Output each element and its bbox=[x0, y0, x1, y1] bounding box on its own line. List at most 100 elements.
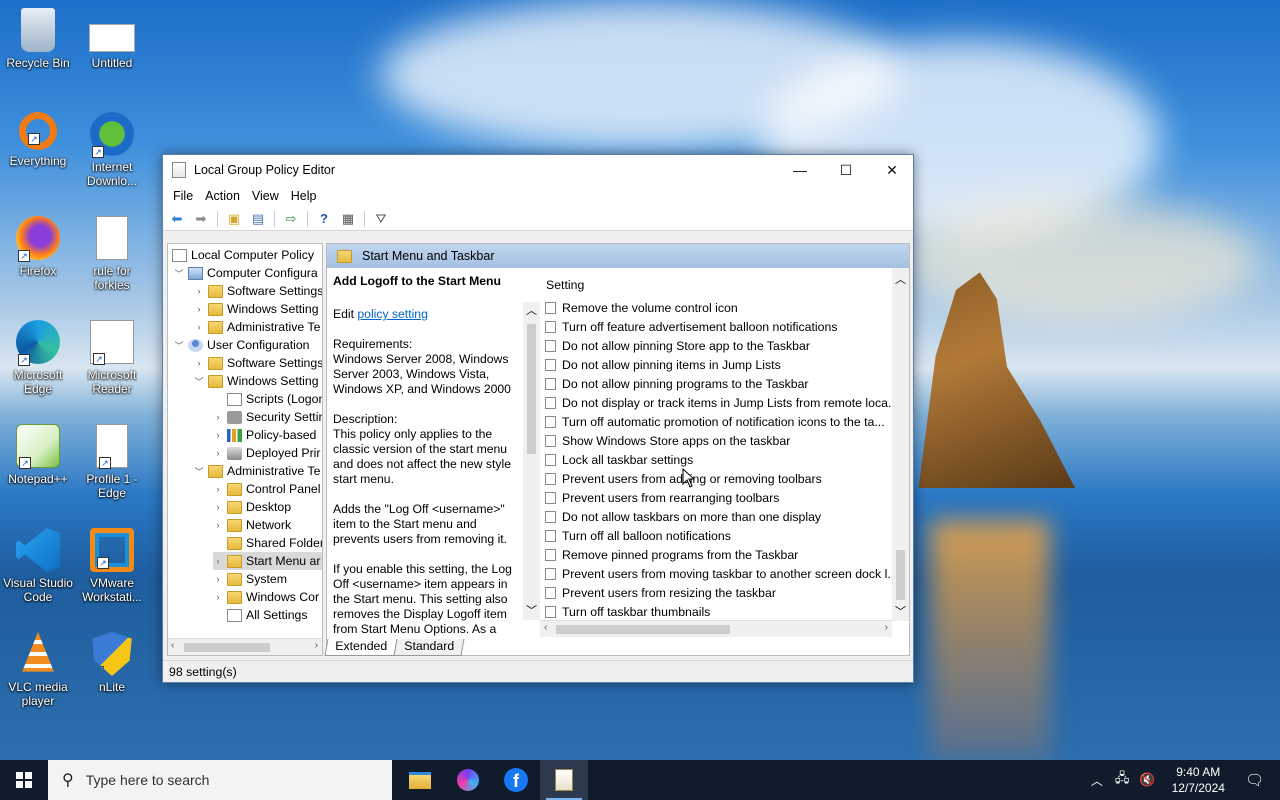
filter-icon[interactable]: ⛛ bbox=[371, 210, 391, 228]
tree-item[interactable]: › Network bbox=[213, 516, 292, 534]
title-bar[interactable]: Local Group Policy Editor — ☐ ✕ bbox=[163, 155, 913, 185]
setting-row[interactable]: Do not allow pinning items in Jump Lists bbox=[540, 355, 892, 374]
tree-item[interactable]: Shared Folder bbox=[213, 534, 322, 552]
back-arrow-icon[interactable]: ⬅ bbox=[167, 210, 187, 228]
scrollbar-thumb[interactable] bbox=[556, 625, 730, 634]
taskbar-app[interactable] bbox=[444, 760, 492, 800]
expand-icon[interactable]: › bbox=[213, 448, 223, 458]
expand-icon[interactable]: › bbox=[213, 574, 223, 584]
scroll-up-icon[interactable]: ︿ bbox=[526, 302, 537, 318]
collapse-icon[interactable]: ﹀ bbox=[194, 465, 204, 478]
tree-item[interactable]: › Windows Setting bbox=[194, 300, 319, 318]
desktop-icon-internet-download[interactable]: ↗ Internet Downlo... bbox=[74, 112, 150, 188]
scrollbar-thumb[interactable] bbox=[896, 550, 905, 600]
taskbar-facebook[interactable]: f bbox=[492, 760, 540, 800]
minimize-button[interactable]: — bbox=[777, 155, 823, 185]
setting-row[interactable]: Turn off all balloon notifications bbox=[540, 526, 892, 545]
scroll-down-icon[interactable]: ﹀ bbox=[895, 603, 906, 619]
taskbar-file-explorer[interactable] bbox=[396, 760, 444, 800]
setting-row[interactable]: Prevent users from resizing the taskbar bbox=[540, 583, 892, 602]
clock[interactable]: 9:40 AM 12/7/2024 bbox=[1162, 764, 1235, 796]
tree-item[interactable]: › Windows Cor bbox=[213, 588, 320, 606]
maximize-button[interactable]: ☐ bbox=[823, 155, 869, 185]
start-button[interactable] bbox=[0, 760, 48, 800]
scroll-right-icon[interactable]: › bbox=[315, 640, 318, 651]
desktop-icon-rule-for-forkies[interactable]: rule for forkies bbox=[74, 216, 150, 292]
expand-icon[interactable]: › bbox=[194, 304, 204, 314]
up-folder-icon[interactable]: ▣ bbox=[224, 210, 244, 228]
tree-item[interactable]: Local Computer Policy bbox=[172, 246, 314, 264]
expand-icon[interactable]: › bbox=[194, 358, 204, 368]
taskbar-policy-editor[interactable] bbox=[540, 760, 588, 800]
tab-standard[interactable]: Standard bbox=[393, 639, 465, 656]
expand-icon[interactable]: › bbox=[213, 520, 223, 530]
volume-muted-icon[interactable]: 🔇 bbox=[1133, 772, 1161, 788]
expand-icon[interactable]: › bbox=[194, 286, 204, 296]
scroll-left-icon[interactable]: ‹ bbox=[544, 622, 547, 633]
desktop-icon-vmware[interactable]: ↗ VMware Workstati... bbox=[74, 528, 150, 604]
setting-row[interactable]: Remove pinned programs from the Taskbar bbox=[540, 545, 892, 564]
tab-extended[interactable]: Extended bbox=[324, 639, 398, 656]
tree-item[interactable]: › Policy-based bbox=[213, 426, 317, 444]
setting-row[interactable]: Turn off taskbar thumbnails bbox=[540, 602, 892, 621]
scroll-right-icon[interactable]: › bbox=[885, 622, 888, 633]
expand-icon[interactable]: › bbox=[213, 412, 223, 422]
desktop-icon-untitled[interactable]: Untitled bbox=[74, 8, 150, 70]
desktop-icon-edge[interactable]: ↗ Microsoft Edge bbox=[0, 320, 76, 396]
setting-row[interactable]: Prevent users from moving taskbar to ano… bbox=[540, 564, 892, 583]
settings-horizontal-scrollbar[interactable]: ‹ › bbox=[540, 620, 892, 637]
menu-help[interactable]: Help bbox=[285, 189, 323, 203]
setting-row[interactable]: Do not allow taskbars on more than one d… bbox=[540, 507, 892, 526]
tree-item[interactable]: All Settings bbox=[213, 606, 308, 624]
expand-icon[interactable]: › bbox=[194, 322, 204, 332]
tree-item[interactable]: › Desktop bbox=[213, 498, 292, 516]
scrollbar-thumb[interactable] bbox=[184, 643, 270, 652]
collapse-icon[interactable]: ﹀ bbox=[194, 375, 204, 388]
network-icon[interactable]: 🖧 bbox=[1111, 769, 1134, 791]
tree-item-selected[interactable]: › Start Menu ar bbox=[213, 552, 322, 570]
tree-item[interactable]: ﹀ Windows Setting bbox=[194, 372, 318, 390]
desktop-icon-vscode[interactable]: Visual Studio Code bbox=[0, 528, 76, 604]
desktop-icon-profile-edge[interactable]: ↗ Profile 1 - Edge bbox=[74, 424, 150, 500]
close-button[interactable]: ✕ bbox=[869, 155, 915, 185]
desktop-icon-microsoft-reader[interactable]: ↗ Microsoft Reader bbox=[74, 320, 150, 396]
export-list-icon[interactable]: ⇨ bbox=[281, 210, 301, 228]
desktop-icon-notepadpp[interactable]: ↗ Notepad++ bbox=[0, 424, 76, 486]
desktop-icon-vlc[interactable]: VLC media player bbox=[0, 632, 76, 708]
scroll-left-icon[interactable]: ‹ bbox=[171, 640, 174, 651]
menu-file[interactable]: File bbox=[167, 189, 199, 203]
desktop-icon-firefox[interactable]: ↗ Firefox bbox=[0, 216, 76, 278]
column-header-setting[interactable]: Setting bbox=[540, 268, 892, 298]
menu-view[interactable]: View bbox=[246, 189, 285, 203]
tree-item[interactable]: Scripts (Logon bbox=[213, 390, 322, 408]
tree-item[interactable]: › Control Panel bbox=[213, 480, 321, 498]
tree-item[interactable]: › Software Settings bbox=[194, 354, 323, 372]
tree-item[interactable]: ﹀ Computer Configura bbox=[174, 264, 317, 282]
setting-row[interactable]: Remove the volume control icon bbox=[540, 298, 892, 317]
scroll-up-icon[interactable]: ︿ bbox=[895, 271, 906, 287]
collapse-icon[interactable]: ﹀ bbox=[174, 339, 184, 352]
setting-row[interactable]: Lock all taskbar settings bbox=[540, 450, 892, 469]
properties-icon[interactable]: ▦ bbox=[338, 210, 358, 228]
settings-vertical-scrollbar[interactable]: ︿ ﹀ bbox=[892, 268, 909, 621]
desktop-icon-everything[interactable]: ↗ Everything bbox=[0, 112, 76, 168]
tree-item[interactable]: › Software Settings bbox=[194, 282, 323, 300]
notification-center-icon[interactable]: 🗨 bbox=[1235, 771, 1280, 789]
tree-item[interactable]: › Administrative Te bbox=[194, 318, 321, 336]
setting-row[interactable]: Turn off feature advertisement balloon n… bbox=[540, 317, 892, 336]
expand-icon[interactable]: › bbox=[213, 484, 223, 494]
help-icon[interactable]: ? bbox=[314, 210, 334, 228]
desktop-icon-recycle-bin[interactable]: Recycle Bin bbox=[0, 8, 76, 70]
setting-row[interactable]: Prevent users from adding or removing to… bbox=[540, 469, 892, 488]
policy-setting-link[interactable]: policy setting bbox=[357, 307, 427, 321]
forward-arrow-icon[interactable]: ➡ bbox=[191, 210, 211, 228]
show-hide-tree-icon[interactable]: ▤ bbox=[248, 210, 268, 228]
menu-action[interactable]: Action bbox=[199, 189, 246, 203]
setting-row[interactable]: Do not display or track items in Jump Li… bbox=[540, 393, 892, 412]
tree-item[interactable]: ﹀ Administrative Te bbox=[194, 462, 320, 480]
setting-row[interactable]: Turn off automatic promotion of notifica… bbox=[540, 412, 892, 431]
setting-row[interactable]: Do not allow pinning programs to the Tas… bbox=[540, 374, 892, 393]
setting-row[interactable]: Do not allow pinning Store app to the Ta… bbox=[540, 336, 892, 355]
tree-item[interactable]: › Security Settir bbox=[213, 408, 323, 426]
tree-item[interactable]: › Deployed Prir bbox=[213, 444, 321, 462]
